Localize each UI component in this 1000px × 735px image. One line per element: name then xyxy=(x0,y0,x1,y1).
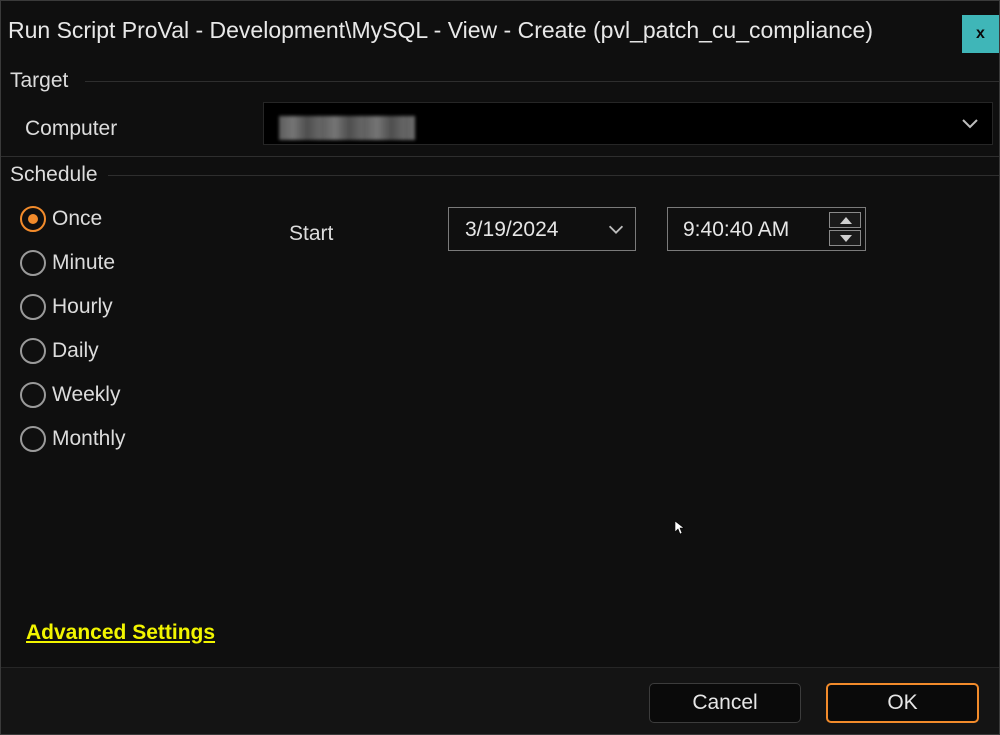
title-bar: Run Script ProVal - Development\MySQL - … xyxy=(1,1,999,63)
time-increment-button[interactable] xyxy=(829,212,861,228)
radio-monthly-indicator[interactable] xyxy=(20,426,46,452)
radio-daily[interactable]: Daily xyxy=(20,337,99,365)
radio-once-label: Once xyxy=(52,207,103,230)
start-label: Start xyxy=(289,222,334,245)
ok-button[interactable]: OK xyxy=(826,683,979,723)
close-icon: x xyxy=(976,25,985,42)
mouse-cursor-icon xyxy=(675,521,685,535)
time-decrement-button[interactable] xyxy=(829,230,861,246)
start-time-value: 9:40:40 AM xyxy=(683,218,790,241)
redacted-computer-name xyxy=(279,116,415,140)
radio-hourly[interactable]: Hourly xyxy=(20,293,113,321)
close-button[interactable]: x xyxy=(962,15,999,53)
start-date-picker[interactable]: 3/19/2024 xyxy=(448,207,636,251)
radio-once[interactable]: Once xyxy=(20,205,102,233)
computer-label: Computer xyxy=(25,117,118,140)
chevron-down-icon[interactable] xyxy=(958,111,982,135)
radio-minute-label: Minute xyxy=(52,251,116,274)
run-script-dialog: Run Script ProVal - Development\MySQL - … xyxy=(0,0,1000,735)
schedule-group-label: Schedule xyxy=(10,163,98,186)
window-title: Run Script ProVal - Development\MySQL - … xyxy=(8,17,873,43)
radio-weekly-label: Weekly xyxy=(52,383,121,406)
cancel-button[interactable]: Cancel xyxy=(649,683,801,723)
radio-monthly-label: Monthly xyxy=(52,427,126,450)
start-time-picker[interactable]: 9:40:40 AM xyxy=(667,207,866,251)
radio-daily-indicator[interactable] xyxy=(20,338,46,364)
schedule-top-divider xyxy=(1,156,999,157)
schedule-group-divider xyxy=(108,175,999,176)
target-group-divider xyxy=(85,81,999,82)
computer-dropdown[interactable] xyxy=(263,102,993,145)
radio-weekly-indicator[interactable] xyxy=(20,382,46,408)
target-group-label: Target xyxy=(10,69,69,92)
radio-weekly[interactable]: Weekly xyxy=(20,381,120,409)
caret-up-icon xyxy=(840,217,852,224)
radio-once-indicator[interactable] xyxy=(20,206,46,232)
radio-minute-indicator[interactable] xyxy=(20,250,46,276)
caret-down-icon xyxy=(840,235,852,242)
advanced-settings-link[interactable]: Advanced Settings xyxy=(26,621,215,645)
radio-minute[interactable]: Minute xyxy=(20,249,115,277)
radio-hourly-indicator[interactable] xyxy=(20,294,46,320)
dialog-footer: Cancel OK xyxy=(1,667,999,734)
time-spinner xyxy=(829,212,861,246)
chevron-down-icon[interactable] xyxy=(605,218,627,240)
start-date-value: 3/19/2024 xyxy=(465,218,559,241)
radio-monthly[interactable]: Monthly xyxy=(20,425,126,453)
radio-daily-label: Daily xyxy=(52,339,99,362)
radio-hourly-label: Hourly xyxy=(52,295,113,318)
